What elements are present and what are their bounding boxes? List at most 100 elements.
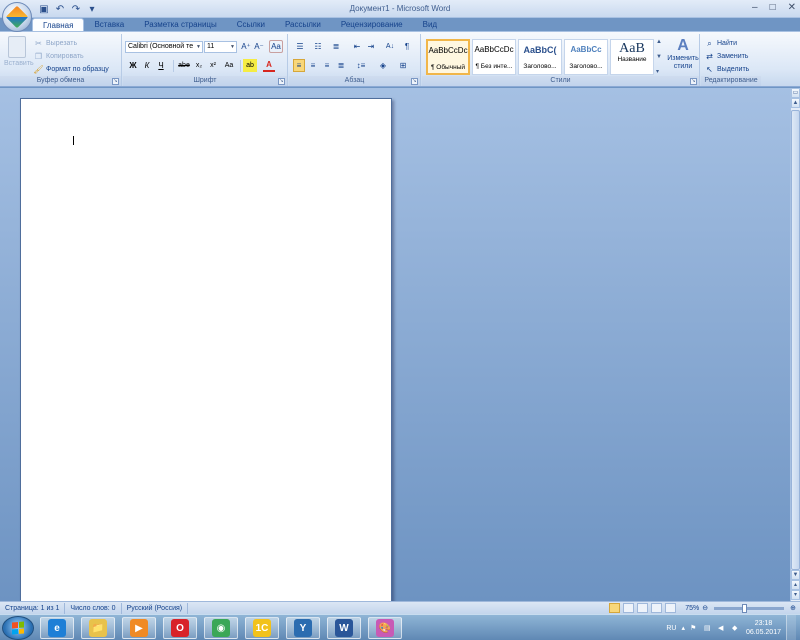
decrease-indent-button[interactable]: ⇤ <box>351 40 363 53</box>
network-icon[interactable]: ▤ <box>704 624 713 633</box>
show-desktop-button[interactable] <box>786 615 796 640</box>
office-button[interactable] <box>2 2 32 32</box>
ruler-toggle-icon[interactable]: ▭ <box>791 88 800 98</box>
taskbar-paint-button[interactable]: 🎨 <box>368 617 402 639</box>
styles-gallery-scroll[interactable]: ▲ ▼ ▾ <box>656 39 664 75</box>
zoom-level[interactable]: 75% <box>685 605 699 612</box>
tab-insert[interactable]: Вставка <box>84 18 134 32</box>
font-color-button[interactable]: A <box>263 59 275 72</box>
draft-view-button[interactable] <box>665 603 677 613</box>
style-title[interactable]: AaB Название <box>610 39 654 75</box>
scroll-thumb[interactable] <box>791 110 800 570</box>
taskbar-file-explorer-button[interactable]: 📁 <box>81 617 115 639</box>
select-button[interactable]: ↖ Выделить <box>705 63 749 76</box>
page-count[interactable]: Страница: 1 из 1 <box>0 602 66 614</box>
language-status[interactable]: Русский (Россия) <box>122 602 189 614</box>
bullets-button[interactable]: ☰ <box>293 40 307 53</box>
outline-view-button[interactable] <box>651 603 663 613</box>
font-name-select[interactable]: Calibri (Основной те ▼ <box>125 41 203 53</box>
tab-references[interactable]: Ссылки <box>227 18 275 32</box>
taskbar-yandex-button[interactable]: Y <box>286 617 320 639</box>
align-center-button[interactable]: ≡ <box>307 59 319 72</box>
vertical-scrollbar[interactable]: ▭ ▲ ▼ ▴ ▾ <box>790 88 800 601</box>
style-no-spacing[interactable]: AaBbCcDc ¶ Без инте... <box>472 39 516 75</box>
style-normal[interactable]: AaBbCcDc ¶ Обычный <box>426 39 470 75</box>
superscript-button[interactable]: x² <box>207 59 219 72</box>
print-layout-view-button[interactable] <box>609 603 621 613</box>
style-heading-1[interactable]: AaBbC( Заголово... <box>518 39 562 75</box>
scroll-down-icon[interactable]: ▼ <box>791 570 800 580</box>
tab-review[interactable]: Рецензирование <box>331 18 413 32</box>
change-case-button[interactable]: Aa <box>222 59 236 72</box>
web-layout-view-button[interactable] <box>637 603 649 613</box>
zoom-in-icon[interactable]: ⊕ <box>790 604 796 612</box>
tab-home[interactable]: Главная <box>32 18 85 32</box>
clock[interactable]: 23:18 06.05.2017 <box>746 619 781 637</box>
font-launcher-icon[interactable]: ↘ <box>278 78 285 85</box>
font-size-select[interactable]: 11 ▼ <box>204 41 237 53</box>
taskbar-word-button[interactable]: W <box>327 617 361 639</box>
document-page[interactable] <box>20 98 392 608</box>
taskbar-internet-explorer-button[interactable]: e <box>40 617 74 639</box>
clipboard-launcher-icon[interactable]: ↘ <box>112 78 119 85</box>
more-icon[interactable]: ▾ <box>656 68 664 75</box>
scroll-up-icon[interactable]: ▲ <box>791 98 800 108</box>
taskbar-1c-button[interactable]: 1С <box>245 617 279 639</box>
paste-button[interactable]: Вставить <box>4 36 34 67</box>
italic-button[interactable]: К <box>141 59 153 72</box>
grow-font-button[interactable]: A⁺ <box>240 40 252 53</box>
taskbar-media-player-button[interactable]: ▶ <box>122 617 156 639</box>
underline-button[interactable]: Ч <box>155 59 167 72</box>
numbering-button[interactable]: ☷ <box>311 40 325 53</box>
word-count[interactable]: Число слов: 0 <box>65 602 122 614</box>
tab-page-layout[interactable]: Разметка страницы <box>134 18 227 32</box>
taskbar-opera-button[interactable]: O <box>163 617 197 639</box>
sort-button[interactable]: A↓ <box>383 40 397 53</box>
taskbar-chrome-button[interactable]: ◉ <box>204 617 238 639</box>
tray-expand-icon[interactable]: ▴ <box>681 624 685 632</box>
align-right-button[interactable]: ≡ <box>321 59 333 72</box>
paragraph-launcher-icon[interactable]: ↘ <box>411 78 418 85</box>
next-page-icon[interactable]: ▾ <box>791 590 800 600</box>
strikethrough-button[interactable]: abe <box>177 59 191 72</box>
highlight-button[interactable]: ab <box>243 59 257 72</box>
clear-formatting-button[interactable]: Aa <box>269 40 283 53</box>
multilevel-list-button[interactable]: ≣ <box>329 40 343 53</box>
increase-indent-button[interactable]: ⇥ <box>365 40 377 53</box>
align-left-button[interactable]: ≡ <box>293 59 305 72</box>
style-heading-2[interactable]: AaBbCc Заголово... <box>564 39 608 75</box>
chevron-up-icon[interactable]: ▲ <box>656 39 664 45</box>
close-button[interactable]: ✕ <box>788 2 796 13</box>
tab-view[interactable]: Вид <box>413 18 447 32</box>
full-screen-view-button[interactable] <box>623 603 635 613</box>
bold-button[interactable]: Ж <box>127 59 139 72</box>
chevron-down-icon[interactable]: ▼ <box>656 54 664 60</box>
paragraph-group-label: Абзац <box>289 76 420 86</box>
zoom-knob[interactable] <box>742 603 748 613</box>
copy-button[interactable]: ❐ Копировать <box>34 50 109 63</box>
start-button[interactable] <box>2 616 34 640</box>
previous-page-icon[interactable]: ▴ <box>791 580 800 590</box>
borders-button[interactable]: ⊞ <box>395 59 411 72</box>
change-styles-button[interactable]: A Изменить стили <box>666 37 700 71</box>
cut-button[interactable]: ✂ Вырезать <box>34 37 109 50</box>
find-button[interactable]: ⌕ Найти <box>705 37 749 50</box>
language-indicator[interactable]: RU <box>666 625 676 632</box>
minimize-button[interactable]: – <box>752 2 758 13</box>
shading-button[interactable]: ◈ <box>375 59 391 72</box>
subscript-button[interactable]: x₂ <box>193 59 205 72</box>
volume-icon[interactable]: ◀ <box>718 624 727 633</box>
replace-button[interactable]: ⇄ Заменить <box>705 50 749 63</box>
shrink-font-button[interactable]: A⁻ <box>253 40 265 53</box>
styles-launcher-icon[interactable]: ↘ <box>690 78 697 85</box>
security-icon[interactable]: ◆ <box>732 624 741 633</box>
flag-icon[interactable]: ⚑ <box>690 624 699 633</box>
zoom-slider[interactable] <box>714 603 785 613</box>
maximize-button[interactable]: □ <box>770 2 776 13</box>
justify-button[interactable]: ≣ <box>335 59 347 72</box>
line-spacing-button[interactable]: ↕≡ <box>353 59 369 72</box>
format-painter-button[interactable]: 🖌 Формат по образцу <box>33 63 108 76</box>
show-marks-button[interactable]: ¶ <box>401 40 413 53</box>
zoom-out-icon[interactable]: ⊖ <box>702 604 708 612</box>
tab-mailings[interactable]: Рассылки <box>275 18 331 32</box>
